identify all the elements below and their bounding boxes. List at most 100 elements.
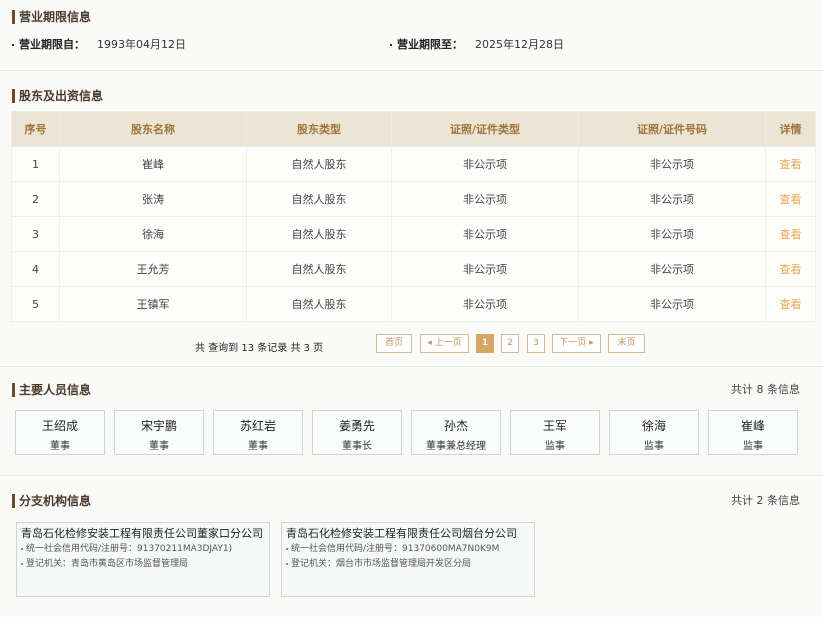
branch-code: 统一社会信用代码/注册号：91370600MA7N0K9M [291,544,500,554]
col-header: 证照/证件号码 [578,111,766,147]
bullet-icon [12,44,14,46]
cell-name: 张涛 [59,181,247,217]
person-card[interactable]: 崔峰 监事 [708,410,798,455]
person-name: 徐海 [641,419,666,433]
bullet-icon [21,562,23,565]
person-card[interactable]: 宋宇鹏 董事 [114,410,204,455]
table-row: 4 王允芳 自然人股东 非公示项 非公示项 查看 [11,251,816,287]
branch-card[interactable]: 青岛石化检修安装工程有限责任公司烟台分公司 统一社会信用代码/注册号：91370… [281,522,535,597]
branch-code-line: 统一社会信用代码/注册号：91370211MA3DJAY1) [21,542,265,557]
person-role: 董事 [248,441,268,452]
person-card[interactable]: 姜勇先 董事长 [312,410,402,455]
shareholder-table: 序号 股东名称 股东类型 证照/证件类型 证照/证件号码 详情 1 崔峰 自然人… [11,111,816,322]
person-role: 董事兼总经理 [426,441,486,452]
cell-index: 5 [11,286,60,322]
view-link[interactable]: 查看 [765,146,816,182]
bullet-icon [286,562,288,565]
cell-index: 2 [11,181,60,217]
person-card[interactable]: 王绍成 董事 [15,410,105,455]
last-page-button[interactable]: 末页 [608,334,645,353]
cell-cert-type: 非公示项 [391,286,579,322]
cell-type: 自然人股东 [246,251,392,287]
cell-cert-no: 非公示项 [578,216,766,252]
person-name: 王绍成 [41,419,78,433]
cell-name: 王镇军 [59,286,247,322]
col-header: 证照/证件类型 [391,111,579,147]
pager-info: 共 查询到 13 条记录 共 3 页 [195,343,324,354]
cell-cert-type: 非公示项 [391,181,579,217]
branch-authority: 登记机关：烟台市市场监督管理局开发区分局 [291,559,472,569]
branch-authority-line: 登记机关：青岛市黄岛区市场监督管理局 [21,557,265,572]
cell-name: 王允芳 [59,251,247,287]
term-to-value: 2025年12月28日 [475,38,564,51]
cell-index: 4 [11,251,60,287]
col-header: 序号 [11,111,60,147]
term-to-label: 营业期限至： [397,38,463,51]
term-from: 营业期限自： 1993年04月12日 [12,38,186,52]
personnel-count: 共计 8 条信息 [731,383,800,396]
branch-authority: 登记机关：青岛市黄岛区市场监督管理局 [26,559,189,569]
cell-type: 自然人股东 [246,286,392,322]
term-to: 营业期限至： 2025年12月28日 [390,38,564,52]
col-header: 股东名称 [59,111,247,147]
cell-cert-type: 非公示项 [391,146,579,182]
view-link[interactable]: 查看 [765,251,816,287]
cell-type: 自然人股东 [246,181,392,217]
divider [0,70,823,71]
cell-type: 自然人股东 [246,146,392,182]
person-card[interactable]: 王军 监事 [510,410,600,455]
person-role: 监事 [644,441,664,452]
view-link[interactable]: 查看 [765,216,816,252]
cell-index: 1 [11,146,60,182]
branch-code: 统一社会信用代码/注册号：91370211MA3DJAY1) [26,544,233,554]
divider [0,475,823,476]
page-3-button[interactable]: 3 [527,334,545,353]
bullet-icon [390,44,392,46]
view-link[interactable]: 查看 [765,286,816,322]
person-role: 董事 [149,441,169,452]
person-role: 董事 [50,441,70,452]
shareholders-title: 股东及出资信息 [12,89,103,103]
cell-name: 崔峰 [59,146,247,182]
cell-cert-no: 非公示项 [578,286,766,322]
bullet-icon [286,547,288,550]
branch-name: 青岛石化检修安装工程有限责任公司烟台分公司 [286,527,517,540]
table-row: 2 张涛 自然人股东 非公示项 非公示项 查看 [11,181,816,217]
cell-cert-no: 非公示项 [578,181,766,217]
person-role: 监事 [545,441,565,452]
cell-index: 3 [11,216,60,252]
person-role: 董事长 [342,441,372,452]
personnel-title: 主要人员信息 [12,383,91,397]
person-name: 宋宇鹏 [140,419,177,433]
branch-card[interactable]: 青岛石化检修安装工程有限责任公司董家口分公司 统一社会信用代码/注册号：9137… [16,522,270,597]
cell-cert-type: 非公示项 [391,216,579,252]
person-name: 崔峰 [740,419,765,433]
cell-type: 自然人股东 [246,216,392,252]
person-name: 孙杰 [443,419,468,433]
page-2-button[interactable]: 2 [501,334,519,353]
bullet-icon [21,547,23,550]
divider [0,366,823,367]
branch-authority-line: 登记机关：烟台市市场监督管理局开发区分局 [286,557,530,572]
branches-count: 共计 2 条信息 [731,494,800,507]
table-row: 3 徐海 自然人股东 非公示项 非公示项 查看 [11,216,816,252]
view-link[interactable]: 查看 [765,181,816,217]
branch-code-line: 统一社会信用代码/注册号：91370600MA7N0K9M [286,542,530,557]
prev-page-button[interactable]: ◂ 上一页 [420,334,469,353]
person-card[interactable]: 苏红岩 董事 [213,410,303,455]
person-name: 姜勇先 [338,419,375,433]
col-header: 股东类型 [246,111,392,147]
business-term-title: 营业期限信息 [12,10,91,24]
cell-cert-type: 非公示项 [391,251,579,287]
col-header: 详情 [765,111,816,147]
term-from-value: 1993年04月12日 [97,38,186,51]
cell-cert-no: 非公示项 [578,146,766,182]
person-card[interactable]: 孙杰 董事兼总经理 [411,410,501,455]
table-row: 1 崔峰 自然人股东 非公示项 非公示项 查看 [11,146,816,182]
page-1-button[interactable]: 1 [476,334,494,353]
person-card[interactable]: 徐海 监事 [609,410,699,455]
term-from-label: 营业期限自： [19,38,85,51]
person-name: 王军 [542,419,567,433]
next-page-button[interactable]: 下一页 ▸ [552,334,601,353]
first-page-button[interactable]: 首页 [376,334,412,353]
